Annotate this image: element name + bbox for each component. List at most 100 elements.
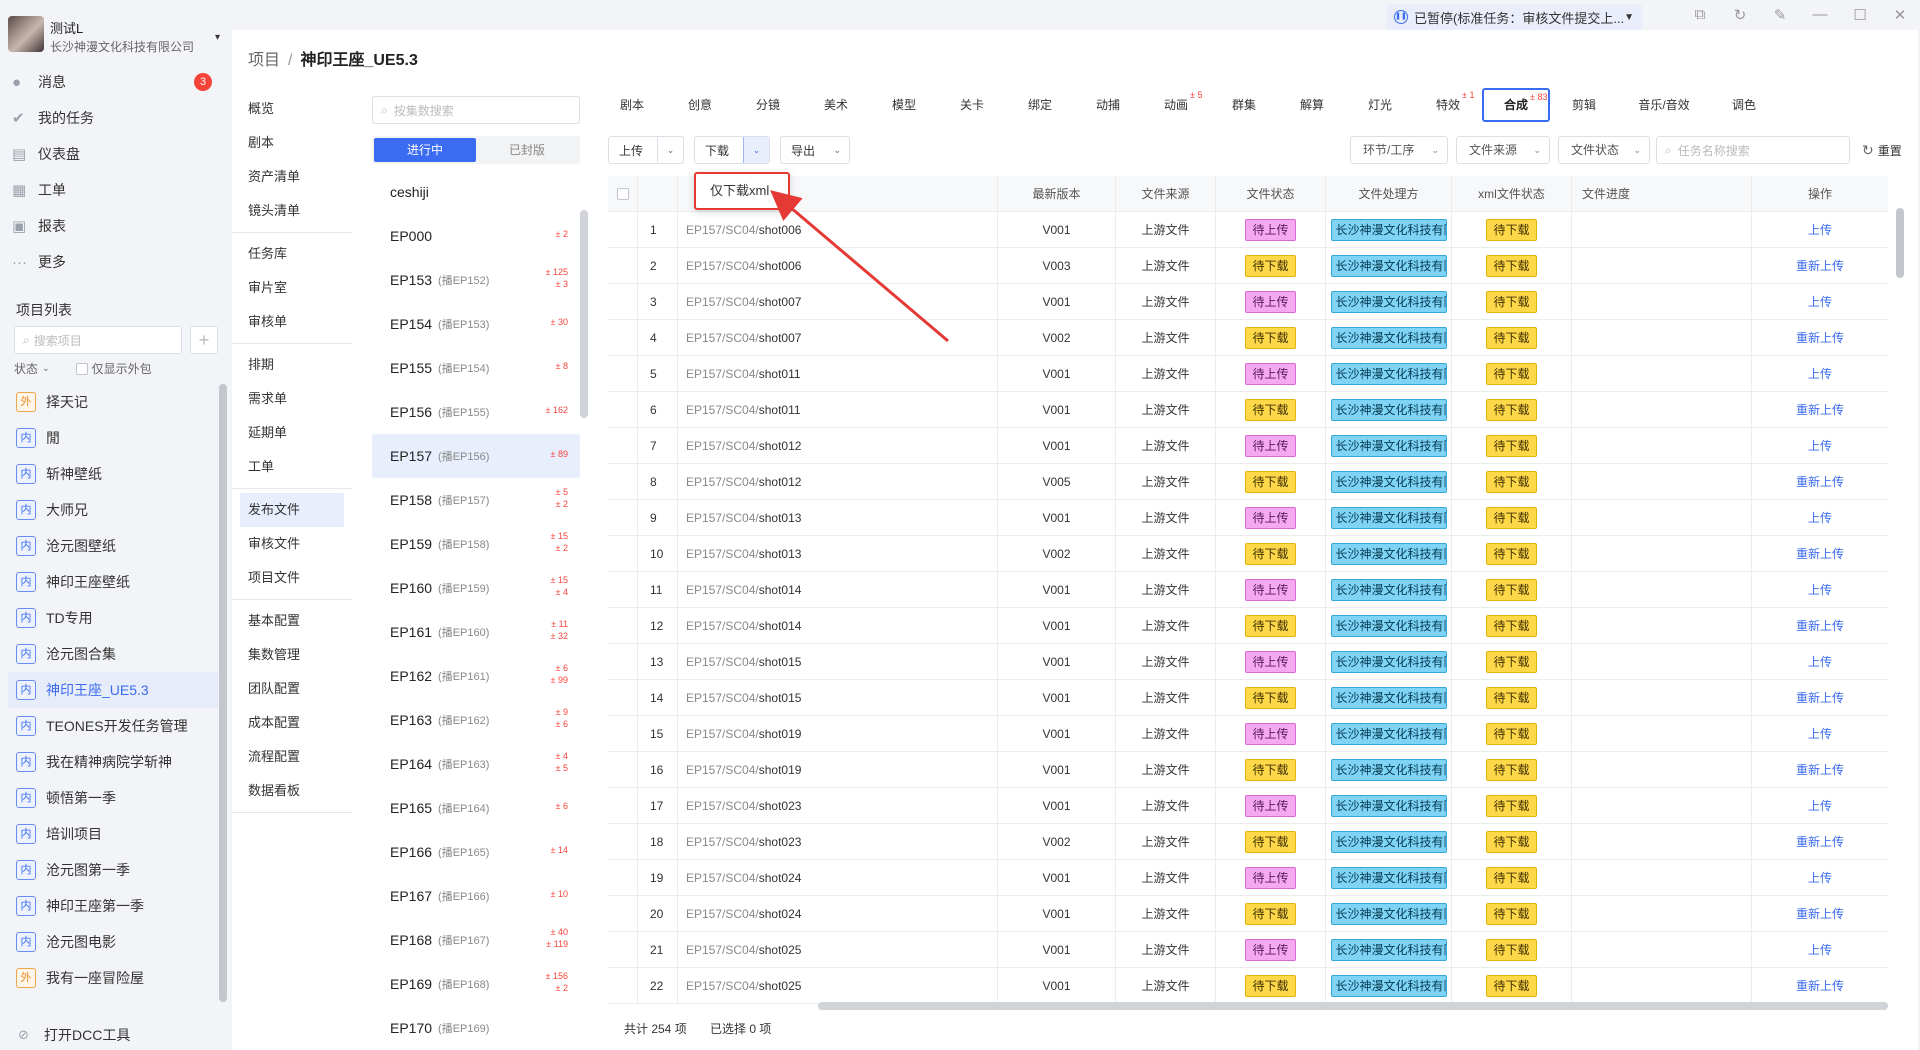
project-item[interactable]: 内沧元图壁纸 bbox=[8, 528, 218, 564]
project-item[interactable]: 内神印王座第一季 bbox=[8, 888, 218, 924]
episode-item[interactable]: ceshiji bbox=[372, 170, 580, 214]
episode-item[interactable]: EP157 (播EP156) ± 89 bbox=[372, 434, 580, 478]
tab-stage[interactable]: 美术 bbox=[802, 88, 870, 122]
tab-stage[interactable]: 调色 bbox=[1710, 88, 1778, 122]
episode-item[interactable]: EP168 (播EP167) ± 40 ± 119 bbox=[372, 918, 580, 962]
maximize-icon[interactable]: ☐ bbox=[1840, 6, 1880, 24]
project-item[interactable]: 外择天记 bbox=[8, 384, 218, 420]
project-item[interactable]: 内沧元图第一季 bbox=[8, 852, 218, 888]
project-item[interactable]: 外我有一座冒险屋 bbox=[8, 960, 218, 996]
status-filter-select[interactable]: 文件状态 ⌄ bbox=[1558, 136, 1650, 164]
nav-item-report[interactable]: ▣ 报表 bbox=[12, 208, 222, 244]
subnav-item[interactable]: 项目文件 bbox=[232, 561, 352, 595]
episode-item[interactable]: EP160 (播EP159) ± 15 ± 4 bbox=[372, 566, 580, 610]
project-item[interactable]: 内顿悟第一季 bbox=[8, 780, 218, 816]
table-row[interactable]: 13 EP157/SC04/shot015 V001 上游文件 待上传 长沙神漫文化科技有… bbox=[608, 644, 1888, 680]
table-row[interactable]: 19 EP157/SC04/shot024 V001 上游文件 待上传 长沙神漫文化科技有… bbox=[608, 860, 1888, 896]
table-row[interactable]: 8EP157/SC04/shot012V005上游文件待下载长沙神漫文化科技有限… bbox=[608, 464, 1888, 500]
tab-stage[interactable]: 创意 bbox=[666, 88, 734, 122]
episode-search-input[interactable]: ⌕ 按集数搜索 bbox=[372, 96, 580, 124]
subnav-item[interactable]: 概览 bbox=[232, 92, 352, 126]
table-row[interactable]: 4EP157/SC04/shot007V002上游文件待下载长沙神漫文化科技有限… bbox=[608, 320, 1888, 356]
upload-link[interactable]: 重新上传 bbox=[1796, 545, 1844, 562]
tab-stage[interactable]: 合成 ± 83 bbox=[1482, 88, 1550, 122]
project-item[interactable]: 内閒 bbox=[8, 420, 218, 456]
close-icon[interactable]: ✕ bbox=[1880, 6, 1920, 24]
pin-icon[interactable]: ✎ bbox=[1760, 6, 1800, 24]
episode-item[interactable]: EP166 (播EP165) ± 14 bbox=[372, 830, 580, 874]
open-dcc-button[interactable]: ⊘ 打开DCC工具 bbox=[18, 1025, 130, 1045]
nav-item-dashboard[interactable]: ▤ 仪表盘 bbox=[12, 136, 222, 172]
upload-link[interactable]: 上传 bbox=[1808, 653, 1832, 670]
project-item[interactable]: 内大师兄 bbox=[8, 492, 218, 528]
table-row[interactable]: 20 EP157/SC04/shot024 V001 上游文件 待下载 长沙神漫文化科技有… bbox=[608, 896, 1888, 932]
table-row[interactable]: 5EP157/SC04/shot011V001上游文件待上传长沙神漫文化科技有限… bbox=[608, 356, 1888, 392]
tab-stage[interactable]: 特效 ± 1 bbox=[1414, 88, 1482, 122]
upload-link[interactable]: 重新上传 bbox=[1796, 761, 1844, 778]
table-row[interactable]: 10 EP157/SC04/shot013 V002 上游文件 待下载 长沙神漫文化科技有… bbox=[608, 536, 1888, 572]
upload-link[interactable]: 上传 bbox=[1808, 941, 1832, 958]
episode-item[interactable]: EP159 (播EP158) ± 15 ± 2 bbox=[372, 522, 580, 566]
add-project-button[interactable]: + bbox=[190, 326, 218, 354]
table-row[interactable]: 21 EP157/SC04/shot025 V001 上游文件 待上传 长沙神漫文化科技有… bbox=[608, 932, 1888, 968]
upload-link[interactable]: 重新上传 bbox=[1796, 905, 1844, 922]
upload-link[interactable]: 重新上传 bbox=[1796, 833, 1844, 850]
upload-link[interactable]: 重新上传 bbox=[1796, 257, 1844, 274]
task-status-dropdown[interactable]: ❚❚ 已暂停(标准任务：审核文件提交上... ▼ bbox=[1386, 4, 1642, 30]
table-vertical-scrollbar[interactable] bbox=[1896, 208, 1904, 278]
upload-link[interactable]: 上传 bbox=[1808, 725, 1832, 742]
table-row[interactable]: 11 EP157/SC04/shot014 V001 上游文件 待上传 长沙神漫文化科技有… bbox=[608, 572, 1888, 608]
subnav-item[interactable]: 发布文件 bbox=[240, 493, 344, 527]
table-row[interactable]: 15 EP157/SC04/shot019 V001 上游文件 待上传 长沙神漫文化科技有… bbox=[608, 716, 1888, 752]
tab-stage[interactable]: 绑定 bbox=[1006, 88, 1074, 122]
subnav-item[interactable]: 需求单 bbox=[232, 382, 352, 416]
project-item[interactable]: 内 TEONES开发任务管理 bbox=[8, 708, 218, 744]
download-button[interactable]: 下载 ⌄ bbox=[694, 136, 770, 164]
subnav-item[interactable]: 审片室 bbox=[232, 271, 352, 305]
table-row[interactable]: 2EP157/SC04/shot006V003上游文件待下载长沙神漫文化科技有限… bbox=[608, 248, 1888, 284]
subnav-item[interactable]: 工单 bbox=[232, 450, 352, 484]
tab-stage[interactable]: 解算 bbox=[1278, 88, 1346, 122]
tab-stage[interactable]: 模型 bbox=[870, 88, 938, 122]
episode-item[interactable]: EP000 ± 2 bbox=[372, 214, 580, 258]
episode-item[interactable]: EP154 (播EP153) ± 30 bbox=[372, 302, 580, 346]
project-search-input[interactable]: ⌕ 搜索项目 bbox=[14, 326, 182, 354]
subnav-item[interactable]: 延期单 bbox=[232, 416, 352, 450]
chevron-down-icon[interactable]: ⌄ bbox=[42, 363, 50, 374]
nav-item-more[interactable]: ··· 更多 bbox=[12, 244, 222, 280]
episode-item[interactable]: EP158 (播EP157) ± 5 ± 2 bbox=[372, 478, 580, 522]
project-item[interactable]: 内神印王座_UE5.3 bbox=[8, 672, 218, 708]
project-item[interactable]: 内沧元图电影 bbox=[8, 924, 218, 960]
breadcrumb-root[interactable]: 项目 bbox=[248, 52, 280, 69]
upload-link[interactable]: 上传 bbox=[1808, 293, 1832, 310]
tab-stage[interactable]: 动画 ± 5 bbox=[1142, 88, 1210, 122]
subnav-item[interactable]: 资产清单 bbox=[232, 160, 352, 194]
upload-link[interactable]: 重新上传 bbox=[1796, 977, 1844, 994]
table-row[interactable]: 22 EP157/SC04/shot025 V001 上游文件 待下载 长沙神漫文化科技有… bbox=[608, 968, 1888, 1004]
select-all-checkbox[interactable] bbox=[616, 187, 629, 200]
subnav-item[interactable]: 排期 bbox=[232, 348, 352, 382]
project-list-scrollbar[interactable] bbox=[219, 384, 227, 1002]
tab-sealed[interactable]: 已封版 bbox=[476, 138, 578, 162]
upload-link[interactable]: 重新上传 bbox=[1796, 401, 1844, 418]
episode-item[interactable]: EP153 (播EP152) ± 125 ± 3 bbox=[372, 258, 580, 302]
project-item[interactable]: 内神印王座壁纸 bbox=[8, 564, 218, 600]
episode-item[interactable]: EP167 (播EP166) ± 10 bbox=[372, 874, 580, 918]
table-row[interactable]: 18 EP157/SC04/shot023 V002 上游文件 待下载 长沙神漫文化科技有… bbox=[608, 824, 1888, 860]
tab-stage[interactable]: 灯光 bbox=[1346, 88, 1414, 122]
table-row[interactable]: 3EP157/SC04/shot007V001上游文件待上传长沙神漫文化科技有限… bbox=[608, 284, 1888, 320]
tab-stage[interactable]: 音乐/音效 bbox=[1618, 88, 1710, 122]
episode-list-scrollbar[interactable] bbox=[580, 210, 588, 418]
episode-item[interactable]: EP165 (播EP164) ± 6 bbox=[372, 786, 580, 830]
table-horizontal-scrollbar[interactable] bbox=[818, 1002, 1888, 1010]
minimize-icon[interactable]: — bbox=[1800, 6, 1840, 24]
episode-item[interactable]: EP161 (播EP160) ± 11 ± 32 bbox=[372, 610, 580, 654]
upload-link[interactable]: 上传 bbox=[1808, 869, 1832, 886]
tab-stage[interactable]: 动捕 bbox=[1074, 88, 1142, 122]
subnav-item[interactable]: 镜头清单 bbox=[232, 194, 352, 228]
status-filter[interactable]: 状态 bbox=[14, 360, 38, 377]
episode-item[interactable]: EP163 (播EP162) ± 9 ± 6 bbox=[372, 698, 580, 742]
nav-item-check[interactable]: ✔ 我的任务 bbox=[12, 100, 222, 136]
table-row[interactable]: 7EP157/SC04/shot012V001上游文件待上传长沙神漫文化科技有限… bbox=[608, 428, 1888, 464]
reset-button[interactable]: ↻ 重置 bbox=[1862, 136, 1902, 164]
